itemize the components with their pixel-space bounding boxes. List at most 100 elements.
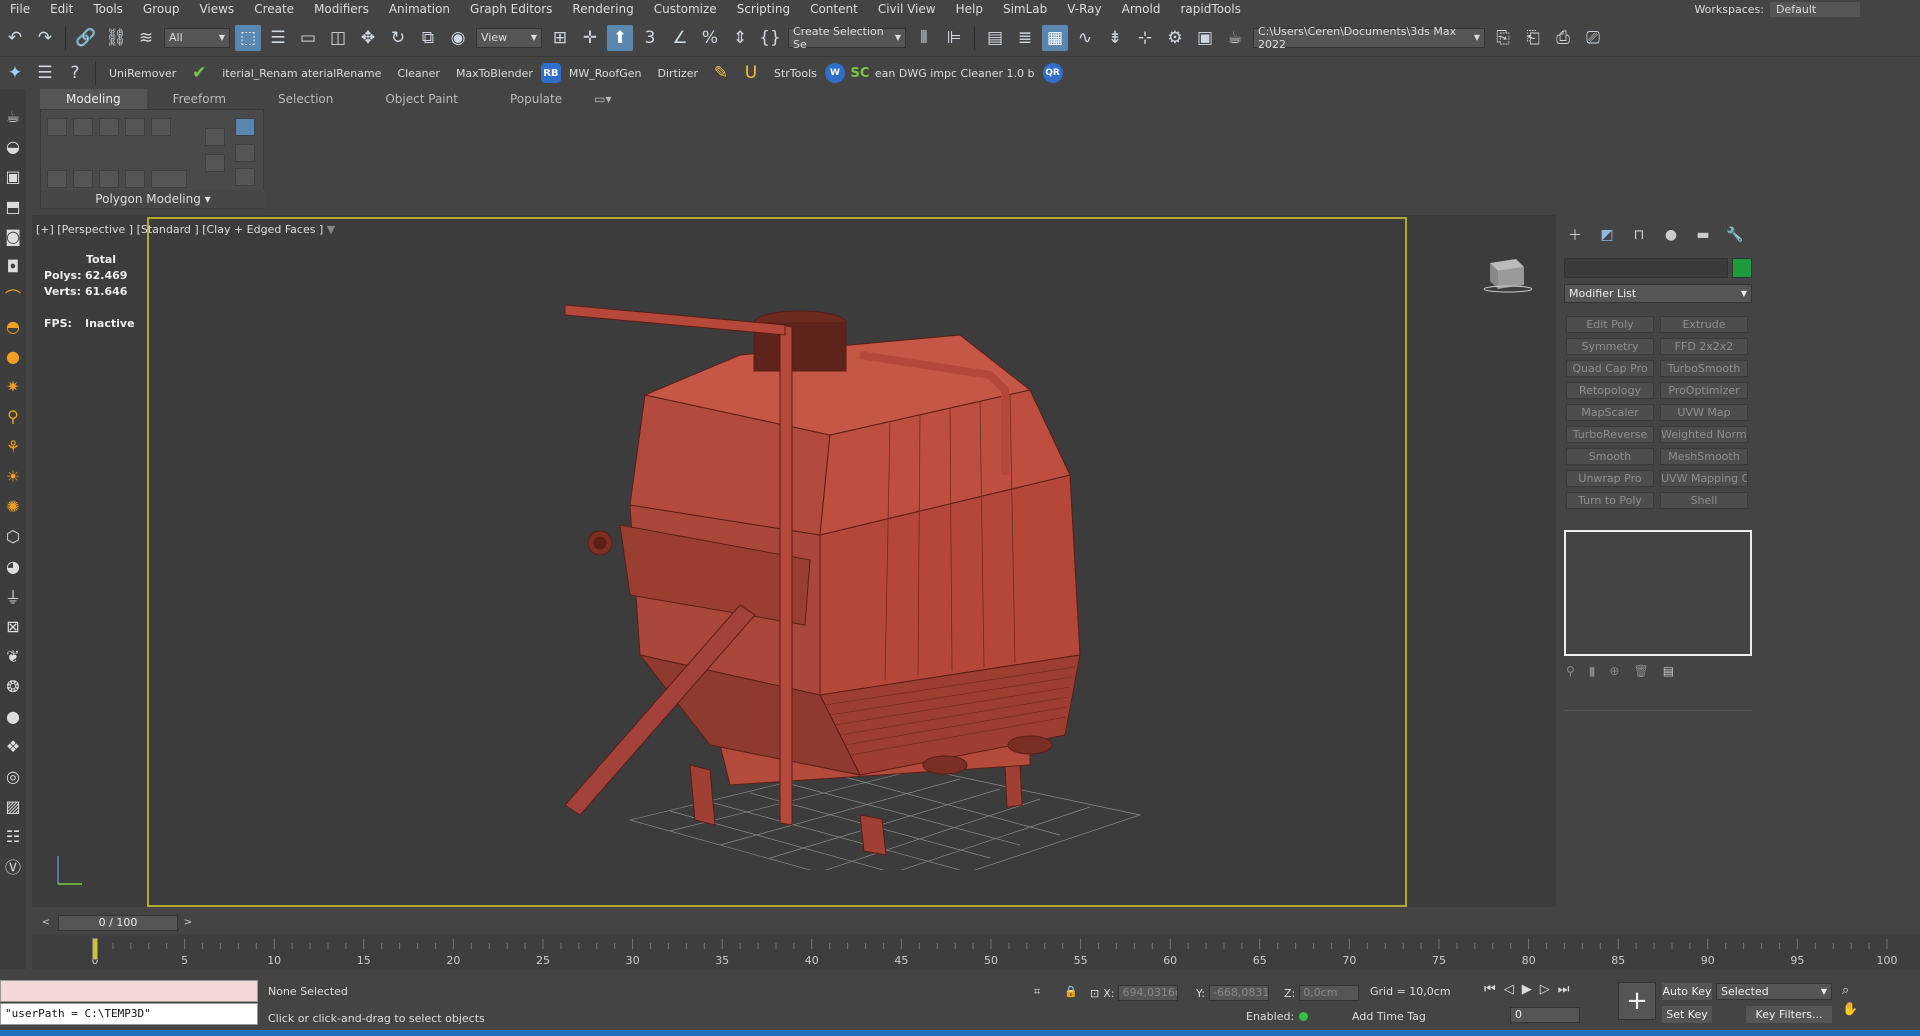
menu-content[interactable]: Content [800,0,868,19]
z-coord-field[interactable]: 0,0cm [1299,985,1360,1001]
shapes-icon[interactable]: ⬒ [2,195,24,217]
menu-create[interactable]: Create [244,0,304,19]
motion-tab-icon[interactable]: ● [1662,226,1680,244]
tab-object-paint[interactable]: Object Paint [359,89,484,109]
ribbon-tool-icon[interactable] [99,170,119,188]
auto-key-button[interactable]: Auto Key [1662,983,1712,1000]
menu-scripting[interactable]: Scripting [727,0,800,19]
ribbon-options-icon[interactable]: ▭▾ [588,89,617,109]
checkmark-icon[interactable]: ✔ [186,60,212,86]
modifier-mapscaler-button[interactable]: MapScaler [1566,404,1654,421]
y-coord-field[interactable]: -668,0831c [1208,985,1269,1001]
sphere-icon[interactable]: ◒ [2,135,24,157]
uniremover-button[interactable]: UniRemover [109,67,176,80]
placement-icon[interactable]: ◉ [445,25,471,51]
rect-selection-region-icon[interactable]: ▭ [295,25,321,51]
make-unique-icon[interactable]: ⊕ [1609,664,1619,678]
ambient-light-icon[interactable]: ⚘ [2,435,24,457]
unlink-icon[interactable]: ⛓ [103,25,129,51]
vertex-icon[interactable] [47,118,67,136]
filter-icon[interactable]: ▼ [327,223,335,236]
rendered-frame-window-icon[interactable]: ▣ [1192,25,1218,51]
cleaner-button[interactable]: Cleaner [397,67,440,80]
paint-icon[interactable]: ✎ [708,60,734,86]
goto-end-icon[interactable]: ⏭ [1558,982,1570,997]
project-create-icon[interactable]: ⎗ [1520,25,1546,51]
current-frame-spinner[interactable]: 0 [1510,1007,1580,1023]
project-open-icon[interactable]: ⎙ [1550,25,1576,51]
sc-icon[interactable]: SC [847,60,873,86]
mesh-light-icon[interactable]: ✷ [2,375,24,397]
ribbon-active-tool-icon[interactable] [235,118,255,136]
render-production-icon[interactable]: ☕ [1222,25,1248,51]
modifier-prooptimizer-button[interactable]: ProOptimizer [1660,382,1748,399]
teapot-icon[interactable]: ☕ [2,105,24,127]
modifier-stack[interactable] [1564,530,1752,656]
scene-explorer-icon[interactable]: ▤ [982,25,1008,51]
edge-icon[interactable] [73,118,93,136]
ribbon-tool-icon[interactable] [235,144,255,162]
modify-tab-icon[interactable]: ◩ [1598,226,1616,244]
show-end-result-icon[interactable]: ▮ [1589,664,1596,678]
frame-indicator[interactable]: 0 / 100 [58,915,178,931]
menu-views[interactable]: Views [189,0,244,19]
modifier-symmetry-button[interactable]: Symmetry [1566,338,1654,355]
dome-light-icon[interactable]: ◓ [2,315,24,337]
modifier-turn-to-poly-button[interactable]: Turn to Poly [1566,492,1654,509]
curve-editor-icon[interactable]: ∿ [1072,25,1098,51]
tab-freeform[interactable]: Freeform [147,89,252,109]
qr-icon[interactable]: QR [1042,63,1063,83]
dwg-cleaner-button[interactable]: ean DWG impc Cleaner 1.0 b [875,67,1035,80]
sun-icon[interactable]: ☀ [2,465,24,487]
object-name-field[interactable] [1564,258,1728,278]
dirtizer-button[interactable]: Dirtizer [658,67,698,80]
selection-filter-dropdown[interactable]: All ▼ [164,27,230,48]
keyboard-shortcut-override-icon[interactable]: ⬆ [607,24,633,51]
modifier-quad-cap-pro-button[interactable]: Quad Cap Pro [1566,360,1654,377]
maxscript-listener-input[interactable] [0,980,258,1002]
create-tab-icon[interactable]: ＋ [1566,226,1584,244]
menu-animation[interactable]: Animation [379,0,460,19]
menu-simlab[interactable]: SimLab [993,0,1057,19]
ies-light-icon[interactable]: ⚲ [2,405,24,427]
project-settings-icon[interactable]: ⎚ [1580,25,1606,51]
edit-named-selection-icon[interactable]: {} [757,25,783,51]
tab-selection[interactable]: Selection [252,89,359,109]
add-time-tag-button[interactable]: Add Time Tag [1352,1010,1426,1023]
proxy-icon[interactable]: ⊠ [2,615,24,637]
viewport-label[interactable]: [+] [Perspective ] [Standard ] [Clay + E… [36,223,335,236]
modifier-extrude-button[interactable]: Extrude [1660,316,1748,333]
redo-icon[interactable]: ↷ [32,25,58,51]
select-by-name-icon[interactable]: ☰ [265,25,291,51]
polygon-icon[interactable] [125,118,145,136]
ribbon-tool-icon[interactable] [151,170,187,188]
cube-icon[interactable]: ⬡ [2,525,24,547]
key-mode-dropdown[interactable]: Selected ▼ [1716,983,1832,1000]
modifier-ffd-2x2x2-button[interactable]: FFD 2x2x2 [1660,338,1748,355]
pivot-center-icon[interactable]: ⊞ [547,25,573,51]
customize-icon[interactable]: ✦ [2,60,28,86]
ribbon-tool-icon[interactable] [205,154,225,172]
key-filters-button[interactable]: Key Filters... [1746,1006,1832,1023]
frame-buffer-icon[interactable]: ▨ [2,795,24,817]
help-icon[interactable]: ? [62,60,88,86]
layer-explorer-icon[interactable]: ≣ [1012,25,1038,51]
pin-stack-icon[interactable]: ⚲ [1566,664,1575,678]
viewcube[interactable] [1480,255,1532,295]
snap-toggle-icon[interactable]: 3 [637,25,663,51]
render-icon[interactable]: ◎ [2,765,24,787]
undo-icon[interactable]: ↶ [2,25,28,51]
w-icon[interactable]: W [824,63,845,83]
time-cursor[interactable] [92,938,98,960]
helper-icon[interactable]: ⏚ [2,585,24,607]
display-tab-icon[interactable]: ▬ [1694,226,1712,244]
set-keys-icon[interactable]: + [1618,982,1656,1020]
move-icon[interactable]: ✥ [355,25,381,51]
render-setup-icon[interactable]: ⚙ [1162,25,1188,51]
utilities-tab-icon[interactable]: 🔧 [1726,226,1744,244]
isolate-icon[interactable]: ⌗ [1034,985,1040,999]
next-frame-icon[interactable]: > [180,915,196,931]
spinner-snap-icon[interactable]: ⇕ [727,25,753,51]
menu-v-ray[interactable]: V-Ray [1057,0,1111,19]
remove-modifier-icon[interactable]: 🗑 [1633,664,1648,678]
